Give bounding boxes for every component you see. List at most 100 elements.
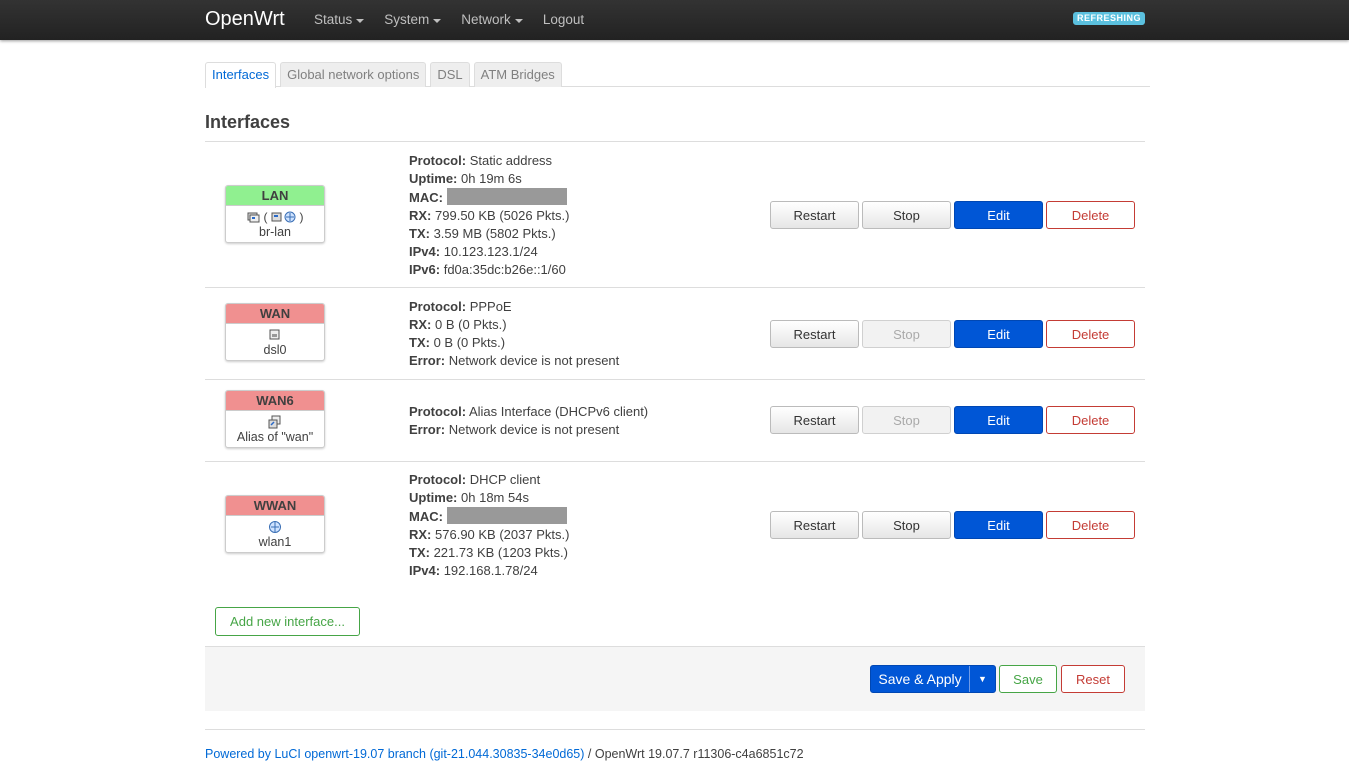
tx-label: TX: <box>409 545 430 560</box>
edit-button[interactable]: Edit <box>954 406 1043 434</box>
interface-info-wwan: Protocol: DHCP client Uptime: 0h 18m 54s… <box>409 471 569 580</box>
restart-button[interactable]: Restart <box>770 201 859 229</box>
menu-logout-label: Logout <box>542 12 585 27</box>
wireless-icon <box>269 521 281 533</box>
network-device-icon <box>269 329 280 340</box>
error-value: Network device is not present <box>448 422 620 437</box>
stop-button[interactable]: Stop <box>862 201 951 229</box>
reset-button[interactable]: Reset <box>1061 665 1125 693</box>
protocol-label: Protocol: <box>409 299 467 314</box>
interface-badge-wan6: WAN6 Alias of "wan" <box>225 390 325 448</box>
menu-logout[interactable]: Logout <box>543 0 584 40</box>
save-apply-button[interactable]: Save & Apply <box>871 666 969 692</box>
menu-status[interactable]: Status <box>314 0 365 40</box>
chevron-down-icon <box>433 18 442 23</box>
main-menu: Status System Network Logout <box>314 0 604 40</box>
interface-name: WWAN <box>226 496 324 516</box>
caret-down-icon: ▼ <box>978 674 987 684</box>
interface-info-wan6: Protocol: Alias Interface (DHCPv6 client… <box>409 403 648 439</box>
tx-label: TX: <box>409 226 430 241</box>
restart-button[interactable]: Restart <box>770 406 859 434</box>
interface-row-lan: LAN ( ) br-lan Protocol: Static address … <box>205 141 1145 287</box>
tab-global-network-options[interactable]: Global network options <box>280 62 427 87</box>
tab-atm-bridges[interactable]: ATM Bridges <box>473 62 562 87</box>
interface-actions-wan: Restart Stop Edit Delete <box>770 320 1138 348</box>
luci-version-link[interactable]: Powered by LuCI openwrt-19.07 branch (gi… <box>205 747 584 761</box>
mac-redacted <box>446 188 567 205</box>
chevron-down-icon <box>514 18 523 23</box>
interface-row-wan: WAN dsl0 Protocol: PPPoE RX: 0 B (0 Pkts… <box>205 287 1145 379</box>
delete-button[interactable]: Delete <box>1046 406 1135 434</box>
add-new-interface-button[interactable]: Add new interface... <box>215 607 360 636</box>
interface-badge-wan: WAN dsl0 <box>225 303 325 361</box>
interface-device: wlan1 <box>258 535 292 549</box>
stop-button[interactable]: Stop <box>862 406 951 434</box>
footer-divider <box>205 729 1145 730</box>
protocol-value: Static address <box>469 153 553 168</box>
tab-dsl[interactable]: DSL <box>430 62 470 87</box>
protocol-value: DHCP client <box>469 472 541 487</box>
openwrt-version: / OpenWrt 19.07.7 r11306-c4a6851c72 <box>584 747 804 761</box>
tx-value: 221.73 KB (1203 Pkts.) <box>433 545 568 560</box>
refreshing-badge[interactable]: REFRESHING <box>1073 12 1145 25</box>
mac-label: MAC: <box>409 190 443 205</box>
ipv6-value: fd0a:35dc:b26e::1/60 <box>443 262 566 277</box>
edit-button[interactable]: Edit <box>954 511 1043 539</box>
interfaces-table: LAN ( ) br-lan Protocol: Static address … <box>205 141 1145 591</box>
stop-button[interactable]: Stop <box>862 320 951 348</box>
delete-button[interactable]: Delete <box>1046 511 1135 539</box>
interface-device: br-lan <box>259 225 291 239</box>
mac-label: MAC: <box>409 509 443 524</box>
menu-network-label: Network <box>461 12 511 27</box>
menu-status-label: Status <box>314 12 353 27</box>
interface-device: Alias of "wan" <box>236 430 314 444</box>
delete-button[interactable]: Delete <box>1046 320 1135 348</box>
protocol-value: Alias Interface (DHCPv6 client) <box>468 404 649 419</box>
brand-logo[interactable]: OpenWrt <box>205 7 285 31</box>
rx-label: RX: <box>409 208 432 223</box>
uptime-value: 0h 19m 6s <box>461 171 522 186</box>
ipv4-label: IPv4: <box>409 563 441 578</box>
ethernet-icon <box>247 212 259 223</box>
restart-button[interactable]: Restart <box>770 320 859 348</box>
rx-value: 0 B (0 Pkts.) <box>435 317 507 332</box>
interface-actions-wwan: Restart Stop Edit Delete <box>770 511 1138 539</box>
stop-button[interactable]: Stop <box>862 511 951 539</box>
menu-network[interactable]: Network <box>461 0 523 40</box>
ipv4-label: IPv4: <box>409 244 441 259</box>
error-label: Error: <box>409 353 446 368</box>
delete-button[interactable]: Delete <box>1046 201 1135 229</box>
interface-badge-wwan: WWAN wlan1 <box>225 495 325 553</box>
chevron-down-icon <box>356 18 365 23</box>
tx-value: 0 B (0 Pkts.) <box>433 335 506 350</box>
uptime-value: 0h 18m 54s <box>461 490 529 505</box>
menu-system[interactable]: System <box>384 0 442 40</box>
interface-row-wan6: WAN6 Alias of "wan" Protocol: Alias Inte… <box>205 379 1145 461</box>
interface-name: WAN <box>226 304 324 324</box>
save-apply-split-button: Save & Apply ▼ <box>870 665 996 693</box>
error-value: Network device is not present <box>448 353 620 368</box>
uptime-label: Uptime: <box>409 171 458 186</box>
edit-button[interactable]: Edit <box>954 201 1043 229</box>
edit-button[interactable]: Edit <box>954 320 1043 348</box>
protocol-label: Protocol: <box>409 404 467 419</box>
tx-label: TX: <box>409 335 430 350</box>
ipv6-label: IPv6: <box>409 262 441 277</box>
bridge-close-paren: ) <box>299 210 304 224</box>
interface-actions-lan: Restart Stop Edit Delete <box>770 201 1138 229</box>
protocol-label: Protocol: <box>409 153 467 168</box>
interface-name: LAN <box>226 186 324 206</box>
ipv4-value: 192.168.1.78/24 <box>443 563 538 578</box>
tab-interfaces[interactable]: Interfaces <box>205 62 277 88</box>
save-button[interactable]: Save <box>999 665 1057 693</box>
rx-label: RX: <box>409 527 432 542</box>
tx-value: 3.59 MB (5802 Pkts.) <box>433 226 556 241</box>
rx-value: 576.90 KB (2037 Pkts.) <box>435 527 570 542</box>
rx-value: 799.50 KB (5026 Pkts.) <box>435 208 570 223</box>
save-apply-dropdown-toggle[interactable]: ▼ <box>969 666 995 692</box>
footer: Powered by LuCI openwrt-19.07 branch (gi… <box>205 747 804 761</box>
menu-system-label: System <box>384 12 430 27</box>
restart-button[interactable]: Restart <box>770 511 859 539</box>
ipv4-value: 10.123.123.1/24 <box>443 244 538 259</box>
protocol-value: PPPoE <box>469 299 512 314</box>
